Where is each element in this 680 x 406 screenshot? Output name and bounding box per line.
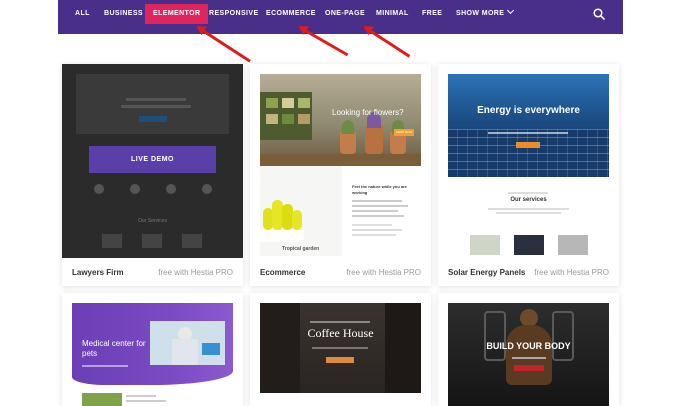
preview-cta: SHOP NOW [394,129,414,136]
template-card-ecommerce[interactable]: Looking for flowers? SHOP NOW Tropical g… [250,64,431,286]
template-preview: Looking for flowers? SHOP NOW Tropical g… [260,74,421,256]
nav-item-one-page[interactable]: ONE-PAGE [325,0,365,28]
preview-section-title: Our Services [138,218,167,224]
card-license: free with Hestia PRO [346,268,421,277]
nav-item-free[interactable]: FREE [422,0,442,28]
template-card-medical-center[interactable]: Medical center for pets [62,293,243,406]
preview-caption: Tropical garden [282,246,320,252]
chevron-down-icon [507,6,515,15]
preview-hero-title: Medical center for pets [82,339,146,358]
card-license: free with Hestia PRO [534,268,609,277]
nav-item-business[interactable]: BUSINESS [104,0,143,28]
preview-hero: Energy is everywhere [448,74,609,177]
template-card-lawyers-firm[interactable]: Our Services LIVE DEMO Lawyers Firm free… [62,64,243,286]
search-icon[interactable] [593,8,605,20]
show-more-label: SHOW MORE [456,10,505,17]
preview-hero-title: Coffee House [307,326,374,340]
card-title[interactable]: Lawyers Firm [72,268,124,277]
card-license: free with Hestia PRO [158,268,233,277]
nav-item-ecommerce[interactable]: ECOMMERCE [266,0,316,28]
template-preview: BUILD YOUR BODY [448,303,609,406]
card-title[interactable]: Solar Energy Panels [448,268,525,277]
template-card-coffee-house[interactable]: Coffee House [250,293,431,406]
template-preview: Coffee House [260,303,421,393]
live-demo-button[interactable]: LIVE DEMO [89,146,216,173]
preview-hero: Medical center for pets [72,303,233,385]
template-card-solar-energy-panels[interactable]: Energy is everywhere Our services Solar … [438,64,619,286]
preview-hero: Looking for flowers? SHOP NOW [260,74,421,166]
nav-item-all[interactable]: ALL [75,0,90,28]
card-title[interactable]: Ecommerce [260,268,305,277]
nav-item-minimal[interactable]: MINIMAL [376,0,409,28]
preview-hero-title: Looking for flowers? [332,108,404,117]
template-preview: Medical center for pets [72,303,233,406]
preview-feature-heading: Feel the nature while you are working [352,184,407,195]
template-card-fitness[interactable]: BUILD YOUR BODY [438,293,619,406]
preview-hero-title: BUILD YOUR BODY [486,341,571,351]
nav-item-responsive[interactable]: RESPONSIVE [209,0,259,28]
template-preview: Energy is everywhere Our services [448,74,609,256]
preview-hero-title: Energy is everywhere [477,105,580,116]
preview-hero [76,74,229,134]
nav-item-show-more[interactable]: SHOW MORE [456,0,515,28]
preview-section-title: Our services [510,197,547,203]
